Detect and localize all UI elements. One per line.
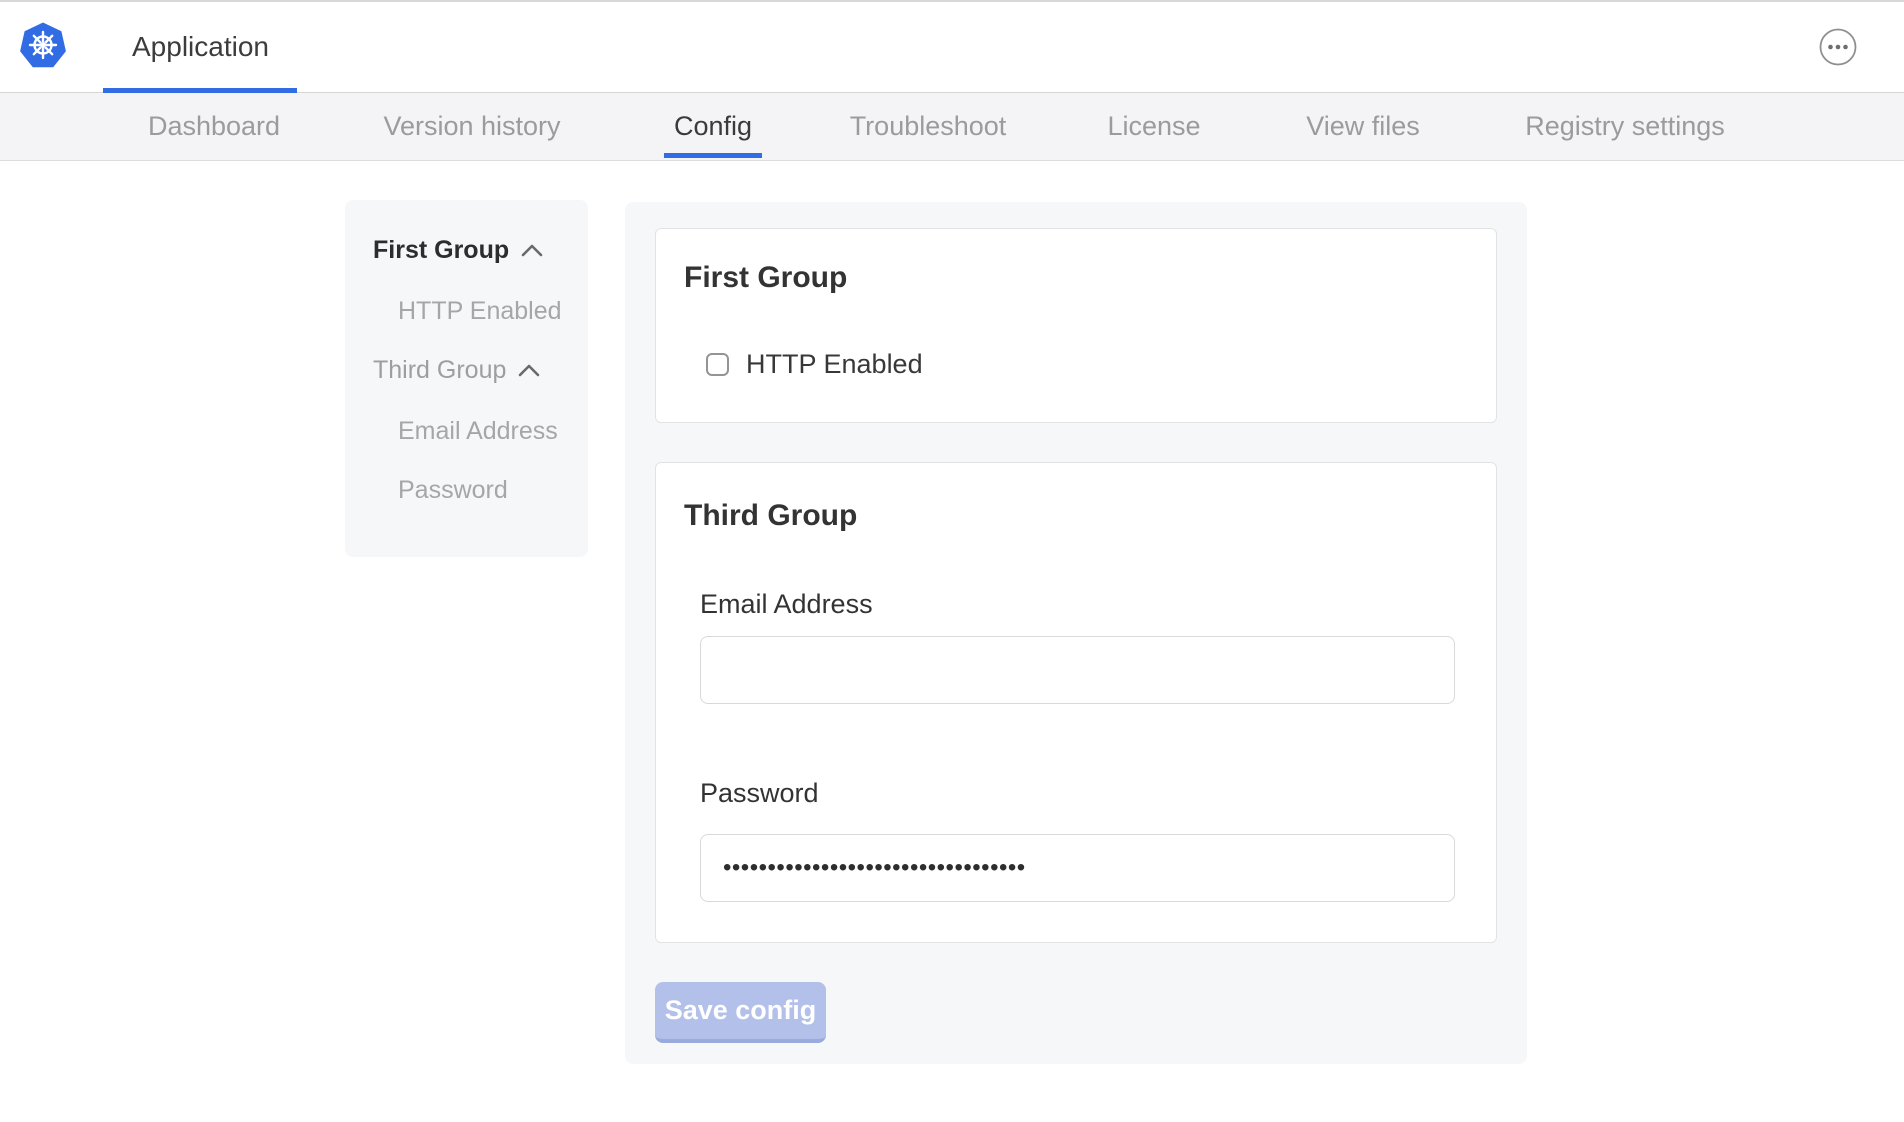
subnav-tab-troubleshoot[interactable]: Troubleshoot [850,93,1007,160]
http-enabled-label[interactable]: HTTP Enabled [746,349,923,380]
password-input[interactable] [700,834,1455,902]
http-enabled-checkbox[interactable] [706,353,729,376]
password-label: Password [700,778,1468,805]
config-sidebar: First Group HTTP Enabled Third Group Ema… [345,200,588,557]
config-card-third-group: Third Group Email Address Password [655,462,1497,943]
email-address-label: Email Address [700,589,1468,616]
app-title: Application [132,31,269,63]
http-enabled-row: HTTP Enabled [706,351,1468,378]
sidebar-item-http-enabled[interactable]: HTTP Enabled [373,297,588,323]
config-content: First Group HTTP Enabled Third Group Ema… [625,202,1527,1064]
subnav-tab-dashboard[interactable]: Dashboard [148,93,280,160]
group-title: First Group [684,261,1468,295]
more-options-button[interactable] [1819,28,1857,66]
email-address-field: Email Address [684,589,1468,704]
ellipsis-icon [1819,28,1857,66]
sidebar-group-title: First Group [373,236,509,265]
kubernetes-logo-icon[interactable] [19,22,67,70]
subnav-tab-registry-settings[interactable]: Registry settings [1525,93,1725,160]
config-card-first-group: First Group HTTP Enabled [655,228,1497,423]
tab-application[interactable]: Application [132,2,269,92]
chevron-up-icon [518,364,540,377]
group-title: Third Group [684,499,1468,533]
sidebar-item-email-address[interactable]: Email Address [373,417,588,443]
subnav-tab-config[interactable]: Config [674,93,752,160]
sidebar-group-first-group[interactable]: First Group [373,236,588,264]
sidebar-group-title: Third Group [373,356,506,385]
app-subnav: Dashboard Version history Config Trouble… [0,93,1904,161]
subnav-tab-license[interactable]: License [1107,93,1200,160]
subnav-tab-view-files[interactable]: View files [1306,93,1420,160]
app-header: Application [0,0,1904,93]
subnav-tab-version-history[interactable]: Version history [383,93,560,160]
save-config-button[interactable]: Save config [655,982,826,1043]
chevron-up-icon [521,244,543,257]
email-address-input[interactable] [700,636,1455,704]
sidebar-group-third-group[interactable]: Third Group [373,356,588,384]
password-field: Password [684,778,1468,902]
sidebar-item-password[interactable]: Password [373,476,588,502]
